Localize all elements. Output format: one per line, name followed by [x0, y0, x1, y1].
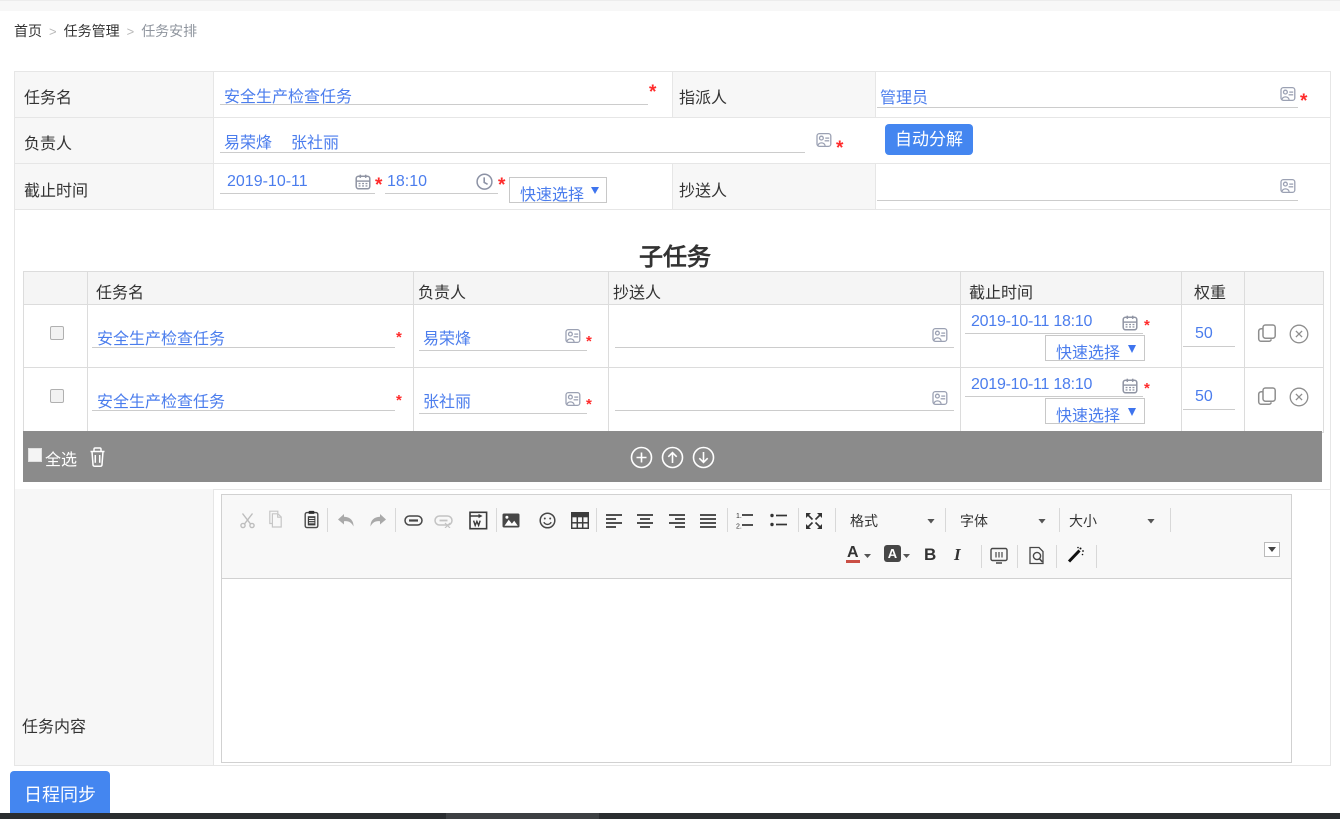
svg-text:1.: 1. [736, 513, 742, 520]
svg-text:2.: 2. [736, 524, 742, 530]
